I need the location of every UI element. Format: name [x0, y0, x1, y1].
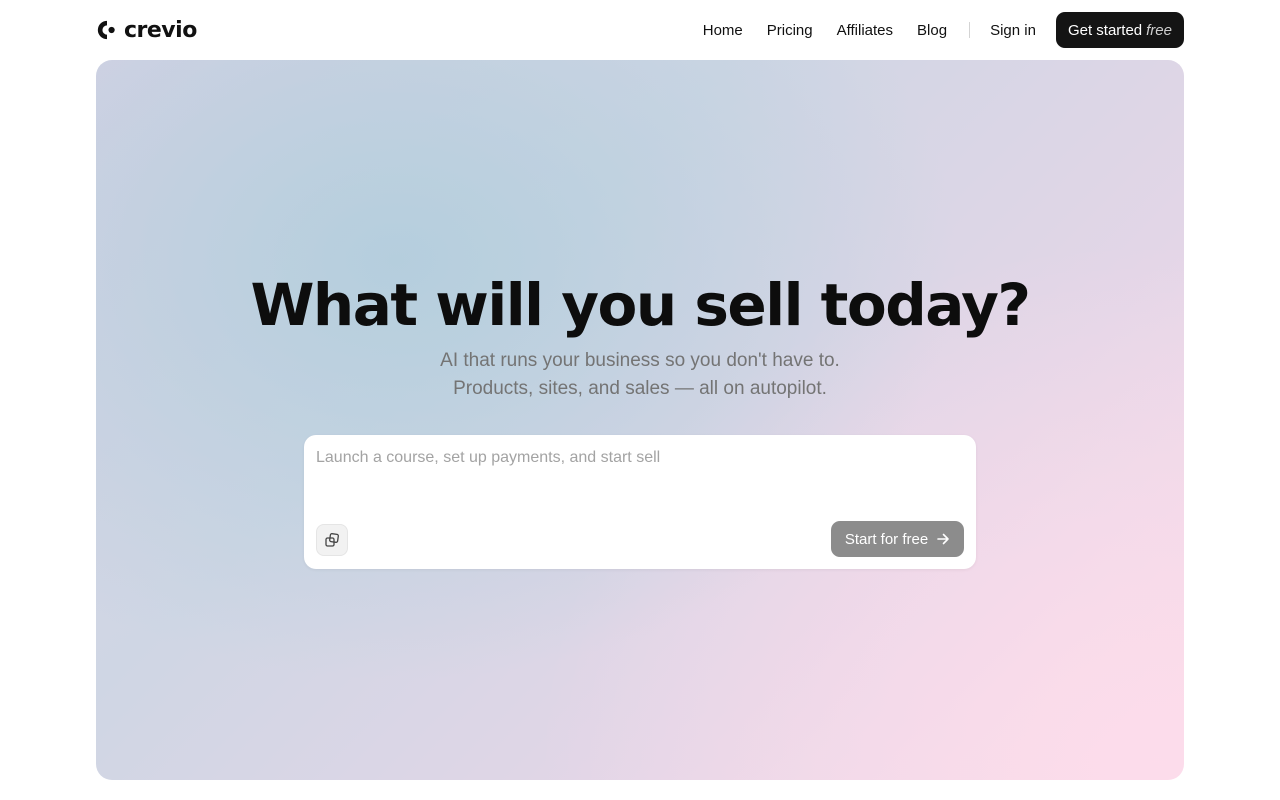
- sign-in-link[interactable]: Sign in: [980, 22, 1046, 39]
- hero-subline-2: Products, sites, and sales — all on auto…: [453, 378, 827, 399]
- nav-pricing-link[interactable]: Pricing: [755, 22, 825, 39]
- crevio-logo-icon: [97, 20, 115, 40]
- brand-logo-link[interactable]: crevio: [96, 18, 197, 43]
- hero-section: What will you sell today? AI that runs y…: [96, 60, 1184, 780]
- prompt-input[interactable]: [304, 435, 976, 515]
- attach-button[interactable]: [316, 524, 348, 556]
- get-started-button[interactable]: Get started free: [1055, 12, 1184, 48]
- nav-affiliates-link[interactable]: Affiliates: [825, 22, 905, 39]
- start-for-free-button[interactable]: Start for free: [831, 521, 964, 557]
- nav-divider: [969, 22, 971, 38]
- get-started-free-label: free: [1146, 21, 1172, 39]
- start-for-free-label: Start for free: [844, 530, 929, 548]
- prompt-card: Start for free: [304, 435, 976, 569]
- attachment-icon: [325, 533, 339, 547]
- arrow-right-icon: [937, 533, 949, 545]
- hero-subline-1: AI that runs your business so you don't …: [440, 350, 840, 371]
- get-started-label: Get started: [1067, 21, 1143, 39]
- hero-headline: What will you sell today?: [250, 271, 1031, 339]
- top-navigation: crevio Home Pricing Affiliates Blog Sign…: [96, 0, 1184, 60]
- hero-subheadline: AI that runs your business so you don't …: [96, 347, 1184, 403]
- brand-name: crevio: [124, 17, 197, 43]
- nav-blog-link[interactable]: Blog: [905, 22, 959, 39]
- nav-home-link[interactable]: Home: [691, 22, 755, 39]
- main-nav: Home Pricing Affiliates Blog Sign in Get…: [691, 0, 1184, 60]
